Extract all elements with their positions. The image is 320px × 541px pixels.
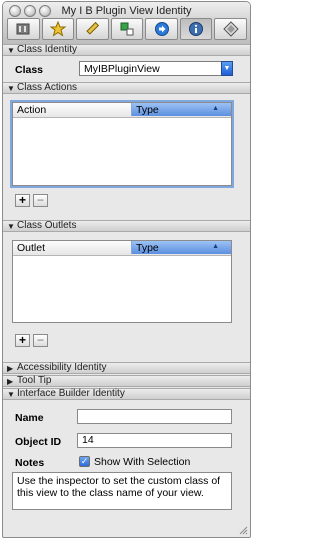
chevron-down-icon[interactable]: ▼	[221, 61, 233, 76]
class-label: Class	[15, 64, 44, 76]
name-label: Name	[15, 412, 44, 424]
inspector-window: My I B Plugin View Identity ▼ Class Iden…	[2, 1, 251, 538]
plugin-icon	[223, 21, 239, 37]
disclosure-expanded-icon: ▼	[7, 84, 15, 93]
column-header-type[interactable]: Type ▲	[131, 241, 231, 254]
outlets-table[interactable]: Outlet Type ▲	[12, 240, 232, 323]
remove-action-button[interactable]: −	[33, 194, 48, 207]
section-title: Accessibility Identity	[17, 362, 107, 373]
disclosure-expanded-icon: ▼	[7, 222, 15, 231]
star-icon	[49, 21, 66, 37]
column-header-type-label: Type	[136, 104, 159, 116]
connections-icon	[120, 22, 134, 36]
section-title: Class Identity	[17, 44, 78, 55]
class-combobox[interactable]: MyIBPluginView ▼	[79, 61, 233, 76]
add-outlet-button[interactable]: +	[15, 334, 30, 347]
object-id-field[interactable]: 14	[77, 433, 232, 448]
column-header-action[interactable]: Action	[17, 104, 46, 116]
column-header-type-label: Type	[136, 242, 159, 254]
notes-label: Notes	[15, 457, 45, 469]
gear-sliders-icon	[16, 23, 30, 35]
tab-bindings[interactable]	[145, 18, 178, 40]
tab-effects[interactable]	[41, 18, 75, 40]
checkmark-icon: ✓	[80, 456, 89, 466]
show-with-selection-checkbox[interactable]: ✓	[79, 456, 90, 467]
column-header-outlet[interactable]: Outlet	[17, 242, 45, 254]
add-action-button[interactable]: +	[15, 194, 30, 207]
remove-outlet-button[interactable]: −	[33, 334, 48, 347]
section-title: Tool Tip	[17, 375, 52, 386]
class-value: MyIBPluginView	[84, 63, 160, 75]
section-title: Class Outlets	[17, 220, 77, 231]
show-with-selection-label[interactable]: Show With Selection	[94, 456, 190, 468]
section-header-class-actions[interactable]: ▼ Class Actions	[3, 82, 250, 94]
tab-connections[interactable]	[110, 18, 144, 40]
tab-attributes[interactable]	[7, 18, 40, 40]
notes-textarea[interactable]: Use the inspector to set the custom clas…	[12, 472, 232, 510]
object-id-label: Object ID	[15, 436, 62, 448]
sort-ascending-icon: ▲	[212, 105, 219, 112]
section-header-accessibility-identity[interactable]: ▶ Accessibility Identity	[3, 362, 250, 374]
tab-plugin[interactable]	[214, 18, 248, 40]
info-icon	[189, 22, 204, 36]
section-header-tool-tip[interactable]: ▶ Tool Tip	[3, 375, 250, 387]
disclosure-collapsed-icon: ▶	[7, 364, 14, 373]
inspector-toolbar	[6, 18, 248, 42]
section-title: Interface Builder Identity	[17, 388, 125, 399]
resize-grip-icon[interactable]	[239, 526, 248, 535]
actions-table-header: Action Type ▲	[13, 103, 231, 118]
arrow-right-circle-icon	[154, 22, 169, 36]
ruler-icon	[86, 21, 100, 35]
section-title: Class Actions	[17, 82, 78, 93]
section-header-interface-builder-identity[interactable]: ▼ Interface Builder Identity	[3, 388, 250, 400]
column-header-type[interactable]: Type ▲	[131, 103, 231, 116]
disclosure-expanded-icon: ▼	[7, 390, 15, 399]
window-title: My I B Plugin View Identity	[61, 5, 192, 17]
disclosure-collapsed-icon: ▶	[7, 377, 14, 386]
sort-ascending-icon: ▲	[212, 243, 219, 250]
actions-table[interactable]: Action Type ▲	[12, 102, 232, 186]
section-header-class-outlets[interactable]: ▼ Class Outlets	[3, 220, 250, 232]
name-field[interactable]	[77, 409, 232, 424]
outlets-table-header: Outlet Type ▲	[13, 241, 231, 256]
title-bar: My I B Plugin View Identity	[3, 2, 250, 45]
tab-identity[interactable]	[179, 18, 213, 40]
section-header-class-identity[interactable]: ▼ Class Identity	[3, 44, 250, 56]
tab-size[interactable]	[76, 18, 109, 40]
disclosure-expanded-icon: ▼	[7, 46, 15, 55]
